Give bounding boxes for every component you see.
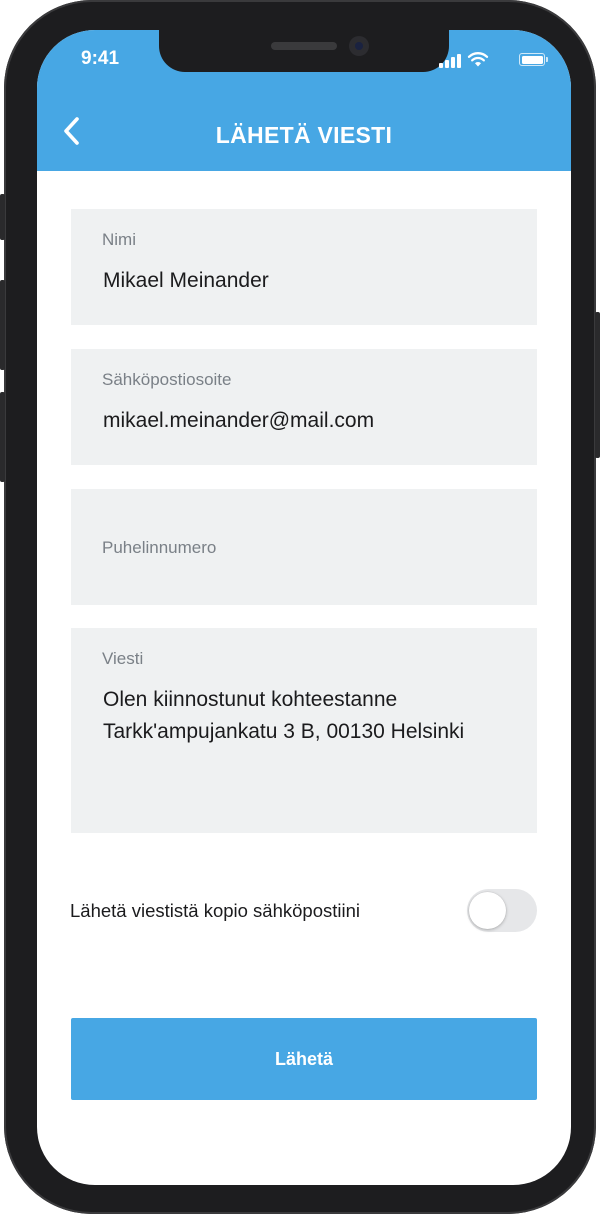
status-time: 9:41	[81, 48, 120, 69]
copy-to-email-toggle[interactable]	[467, 889, 537, 932]
page-title: LÄHETÄ VIESTI	[215, 122, 393, 148]
power-button	[595, 312, 600, 458]
send-button[interactable]: Lähetä	[71, 1018, 537, 1100]
home-indicator	[237, 1166, 371, 1171]
phone-frame: 9:41 LÄHETÄ VIESTI Nimi Mikael Meinander…	[0, 0, 600, 1214]
toggle-knob	[469, 892, 506, 929]
name-field-value: Mikael Meinander	[103, 269, 269, 292]
copy-to-email-label: Lähetä viestistä kopio sähköpostiini	[70, 900, 361, 921]
email-field-label: Sähköpostiosoite	[102, 370, 232, 389]
message-field-value: Olen kiinnostunut kohteestanne Tarkk'amp…	[103, 688, 465, 743]
volume-down-button	[0, 392, 5, 482]
app-header: 9:41 LÄHETÄ VIESTI	[37, 30, 571, 171]
name-field-label: Nimi	[102, 230, 136, 249]
notch	[159, 30, 449, 72]
email-field[interactable]: Sähköpostiosoite mikael.meinander@mail.c…	[71, 349, 537, 465]
speaker-grille	[271, 42, 337, 50]
cellular-signal-icon	[439, 52, 461, 68]
name-field[interactable]: Nimi Mikael Meinander	[71, 209, 537, 325]
mute-switch	[0, 194, 5, 240]
app-screen: 9:41 LÄHETÄ VIESTI Nimi Mikael Meinander…	[37, 30, 571, 1185]
email-field-value: mikael.meinander@mail.com	[103, 409, 375, 432]
message-field-label: Viesti	[102, 649, 144, 668]
message-field[interactable]: Viesti Olen kiinnostunut kohteestanne Ta…	[71, 628, 537, 833]
front-camera	[349, 36, 369, 56]
phone-field-label: Puhelinnumero	[102, 538, 217, 557]
volume-up-button	[0, 280, 5, 370]
wifi-icon	[467, 52, 489, 67]
status-icons	[429, 50, 549, 68]
battery-icon	[519, 53, 548, 66]
phone-field[interactable]: Puhelinnumero	[71, 489, 537, 605]
